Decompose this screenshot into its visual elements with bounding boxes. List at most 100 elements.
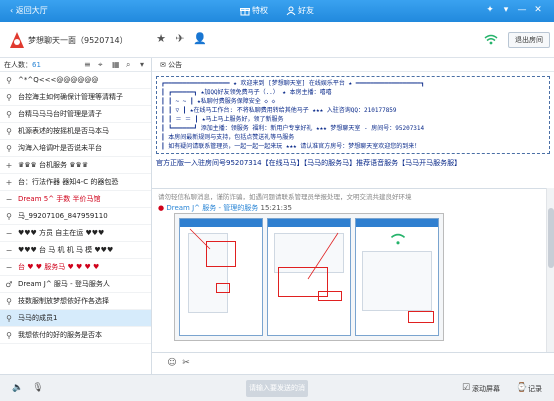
user-icon: ⚲	[6, 212, 12, 221]
member-row-label: 台：行法作器 器知4-C 的器包恐	[18, 178, 119, 186]
shared-screenshot-image[interactable]	[174, 213, 444, 341]
user-icon: ⚲	[6, 110, 12, 119]
plane-icon[interactable]: ✈	[174, 33, 186, 45]
list-icon[interactable]: ≡	[84, 60, 94, 70]
sender-name[interactable]: Dream J^	[166, 204, 200, 212]
grid-icon[interactable]: ▦	[112, 60, 122, 70]
online-count-bar: 在人数：61 ≡ ⌖ ▦ ⌕ ▾	[0, 58, 151, 72]
scroll-thumb[interactable]	[548, 208, 554, 268]
exit-room-button[interactable]: 退出房间	[508, 32, 550, 48]
announcement-line: ┃ ┃ ▽ ┃ ★在线马工作台: 不将私聊费用转给其他马子 ★★★ 入驻咨询QQ…	[161, 107, 397, 114]
member-row[interactable]: + 台：行法作器 器知4-C 的器包恐	[0, 174, 151, 191]
member-list: ⚲ ^*^Q<<<@@@@@@ ⚲ 台控海主如何确保计管理等清精子 ⚲ 台精马马马台时管理…	[0, 72, 151, 344]
microphone-icon[interactable]: 🎙	[32, 382, 44, 394]
message-header: ● Dream J^ 服务 - 管理的服务 15:21:35	[158, 203, 292, 213]
history-button[interactable]: 记录	[528, 384, 542, 394]
gender-icon: ♂	[5, 280, 13, 289]
filter-icon[interactable]: ▾	[140, 60, 150, 70]
member-row[interactable]: ♂ Dream J^ 服马 - 登马服务人	[0, 276, 151, 293]
user-icon: ⚲	[6, 93, 12, 102]
title-bar: ‹ 返回大厅 特权 好友 ✦ ▾ — ✕	[0, 0, 554, 22]
member-row-label: ♛♛♛ 台机服务 ♛♛♛	[18, 161, 89, 169]
member-row[interactable]: ⚲ 台控海主如何确保计管理等清精子	[0, 89, 151, 106]
user-icon: ⚲	[6, 297, 12, 306]
close-icon[interactable]: ✕	[532, 4, 544, 16]
location-icon[interactable]: ⌖	[98, 60, 108, 70]
room-logo-icon	[10, 32, 24, 48]
member-row[interactable]: ⚲ 马马的成员1	[0, 310, 151, 327]
checkbox-icon[interactable]: ☑	[460, 382, 472, 394]
announcement-area: ✉ 公告 ┏━━━━━━━━━━━━━━━━━━ ★ 欢迎来到 [梦想聊天室] …	[152, 58, 554, 188]
tab-friends[interactable]: 好友	[286, 4, 314, 18]
skin-icon[interactable]: ✦	[484, 4, 496, 16]
user-icon: ⚲	[6, 127, 12, 136]
minus-icon: −	[5, 195, 13, 204]
member-row[interactable]: + ♛♛♛ 台机服务 ♛♛♛	[0, 157, 151, 174]
member-list-panel: 在人数：61 ≡ ⌖ ▦ ⌕ ▾ ⚲ ^*^Q<<<@@@@@@ ⚲ 台控海主如何确保…	[0, 58, 152, 374]
minimize-icon[interactable]: —	[516, 4, 528, 16]
gift-icon	[240, 7, 250, 15]
member-row[interactable]: ⚲ 我想依付的好的服务是否本	[0, 327, 151, 344]
announcement-line: ┏━━━━━━━━━━━━━━━━━━ ★ 欢迎来到 [梦想聊天室] 在线娱乐平…	[161, 80, 425, 87]
member-row[interactable]: − ♥♥♥ 台 马 机 机 马 模 ♥♥♥	[0, 242, 151, 259]
scissors-icon[interactable]: ✂	[180, 357, 192, 369]
chat-area: 请勿轻信私聊消息，谨防诈骗，如遇问题请联系管理员举报处理，文明交流共建良好环境 …	[152, 188, 546, 352]
member-row[interactable]: ⚲ 沟海入培调叶是否说未平台	[0, 140, 151, 157]
member-row[interactable]: ⚲ 马_99207106_847959110	[0, 208, 151, 225]
member-row-label: 沟海入培调叶是否说未平台	[18, 144, 102, 152]
scroll-screen-toggle[interactable]: 滚动屏幕	[472, 384, 500, 394]
member-row-label: 台精马马马台时管理是清子	[18, 110, 102, 118]
member-row-label: 马_99207106_847959110	[18, 212, 108, 220]
minus-icon: −	[5, 263, 13, 272]
emoji-icon[interactable]: ☺	[166, 357, 178, 369]
input-bar: ☺ ✂	[152, 352, 554, 374]
member-row-label: 台 ♥ ♥ 服务马 ♥ ♥ ♥ ♥	[18, 263, 100, 271]
send-button[interactable]: 请输入要发送的消息	[246, 380, 308, 397]
member-row[interactable]: ⚲ 技数服制放梦想依好作各选择	[0, 293, 151, 310]
member-row[interactable]: ⚲ 机源表述的按摇机是否马本马	[0, 123, 151, 140]
bottom-bar: 🔈 🎙 请输入要发送的消息 ☑ 滚动屏幕 ⌚ 记录	[0, 374, 554, 401]
plus-icon: +	[5, 161, 13, 170]
wifi-icon	[484, 34, 498, 45]
announcement-line: ┃ 本房间最新规则与支持，包括点赞送礼等马服务	[161, 134, 295, 141]
member-row[interactable]: − 台 ♥ ♥ 服务马 ♥ ♥ ♥ ♥	[0, 259, 151, 276]
member-row-label: 马马的成员1	[18, 314, 58, 322]
favorite-star-icon[interactable]: ★	[155, 33, 167, 45]
member-row-label: 我想依付的好的服务是否本	[18, 331, 102, 339]
back-to-lobby-button[interactable]: ‹ 返回大厅	[4, 4, 54, 18]
chat-input[interactable]	[196, 356, 546, 372]
tab-special[interactable]: 特权	[240, 4, 268, 18]
member-row[interactable]: ⚲ 台精马马马台时管理是清子	[0, 106, 151, 123]
online-count: 61	[32, 61, 41, 69]
member-row-label: 技数服制放梦想依好作各选择	[18, 297, 109, 305]
user-icon: ⚲	[6, 331, 12, 340]
minus-icon: −	[5, 229, 13, 238]
screenshot-panel-2	[267, 218, 351, 336]
member-row-label: 机源表述的按摇机是否马本马	[18, 127, 109, 135]
sender-tag: 服务 - 管理的服务	[202, 204, 259, 212]
announcement-ticker: 官方正版一入驻房间号95207314【在线马马】【马马的服务马】推荐语音服务【马…	[156, 159, 462, 167]
announcement-line: ┃ 如有疑问请联系管理员，一起一起一起来玩 ★★★ 请认准官方房号：梦想聊天室欢…	[161, 143, 421, 150]
menu-icon[interactable]: ▾	[500, 4, 512, 16]
add-user-icon[interactable]: 👤	[193, 33, 207, 45]
chat-scrollbar[interactable]	[546, 188, 554, 352]
user-icon: ⚲	[6, 144, 12, 153]
member-row[interactable]: ⚲ ^*^Q<<<@@@@@@	[0, 72, 151, 89]
member-row-label: 台控海主如何确保计管理等清精子	[18, 93, 123, 101]
member-row[interactable]: − Dream 5^ 手数 半价马馆	[0, 191, 151, 208]
announcement-tabs: ✉ 公告	[152, 58, 554, 72]
history-icon[interactable]: ⌚	[516, 382, 528, 394]
announcement-board: ┏━━━━━━━━━━━━━━━━━━ ★ 欢迎来到 [梦想聊天室] 在线娱乐平…	[156, 76, 550, 154]
search-icon[interactable]: ⌕	[126, 60, 136, 70]
announcement-icon: ✉	[160, 61, 169, 69]
member-row-label: ^*^Q<<<@@@@@@	[18, 76, 99, 84]
member-row[interactable]: − ♥♥♥ 方员 自主在运 ♥♥♥	[0, 225, 151, 242]
announcement-line: ┃ ┃ ~ ~ ┃ ★私聊付费服务保障安全 ◇ ◇	[161, 98, 276, 105]
screenshot-panel-3	[355, 218, 439, 336]
friends-icon	[286, 6, 296, 15]
room-title: 梦想聊天一面（9520714）	[28, 36, 128, 45]
tab-announcement[interactable]: 公告	[168, 61, 182, 69]
minus-icon: −	[5, 246, 13, 255]
speaker-icon[interactable]: 🔈	[12, 382, 24, 394]
room-header: 梦想聊天一面（9520714） ★ ✈ 👤 退出房间	[0, 22, 554, 58]
